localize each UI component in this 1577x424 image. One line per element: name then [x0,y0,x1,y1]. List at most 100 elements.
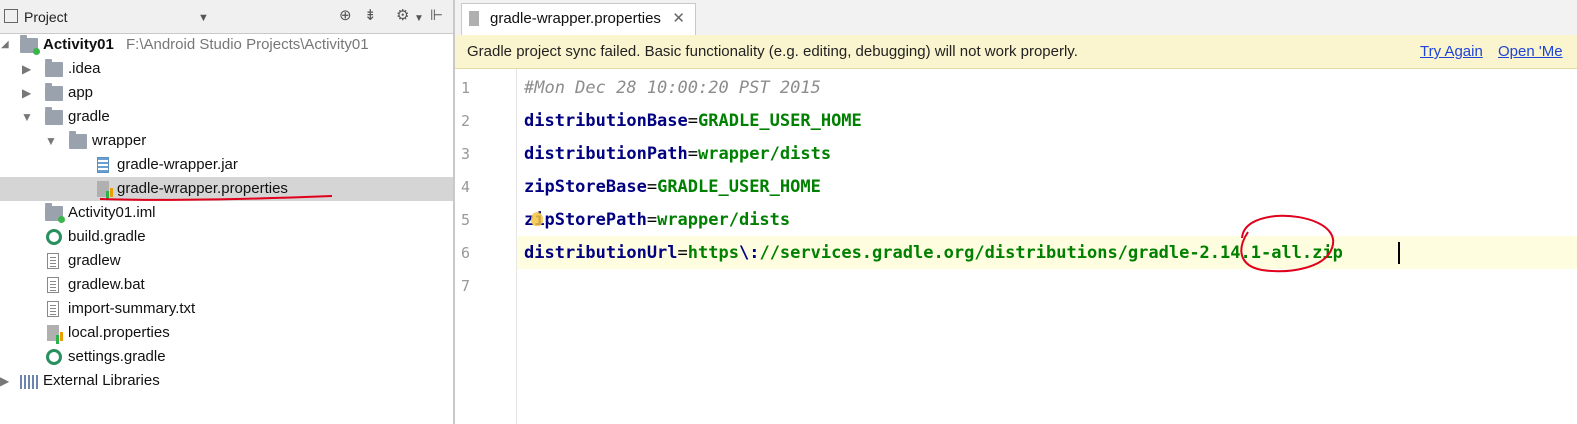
project-panel-title: Project [24,9,68,25]
tree-item-label: build.gradle [68,228,146,245]
text-file-icon [47,277,59,293]
tree-item-label: wrapper [92,132,147,149]
code-comment: #Mon Dec 28 10:00:20 PST 2015 [524,78,821,98]
tree-item-label: gradle-wrapper.properties [117,180,288,197]
tree-item-activity01-iml[interactable]: Activity01.iml [0,201,453,225]
project-panel: Project ▼ ⊕ ⇟ ⚙ ▼ ⊩ ◢ Activity01 F:\Andr… [0,0,453,424]
tree-item-gradlew[interactable]: gradlew [0,249,453,273]
collapsed-arrow-icon[interactable]: ▶ [0,369,9,393]
folder-icon [45,107,63,125]
line-number: 1 [461,79,471,97]
gear-dropdown-chevron-icon[interactable]: ▼ [414,11,424,27]
project-view-icon [4,9,18,23]
expanded-arrow-icon[interactable]: ▼ [45,129,57,153]
property-key: distributionPath [524,144,688,164]
tree-item-label: gradlew [68,252,121,269]
tree-item-gradle-wrapper-jar[interactable]: gradle-wrapper.jar [0,153,453,177]
tree-item-idea[interactable]: ▶ .idea [0,57,453,81]
jar-file-icon [97,157,109,173]
collapsed-arrow-icon[interactable]: ▶ [22,81,31,105]
gear-icon[interactable]: ⚙ [396,8,409,24]
line-number: 3 [461,145,471,163]
view-dropdown-chevron-icon[interactable]: ▼ [198,10,209,26]
line-number: 7 [461,277,471,295]
properties-file-icon [47,325,63,341]
code-line[interactable]: distributionUrl=https\://services.gradle… [524,237,1343,270]
folder-icon [69,131,87,149]
property-key: distributionBase [524,111,688,131]
text-cursor [1398,242,1400,264]
tree-item-label: gradle-wrapper.jar [117,156,238,173]
folder-icon [45,83,63,101]
equals-sign: = [687,144,699,164]
property-value: https [687,243,739,263]
line-number: 4 [461,178,471,196]
collapse-all-icon[interactable]: ⇟ [364,8,377,24]
iml-file-icon [45,203,65,223]
tree-item-label: Activity01 [43,36,114,53]
tab-label: gradle-wrapper.properties [490,10,661,27]
libraries-icon [20,375,38,389]
tree-item-label: import-summary.txt [68,300,196,317]
open-messages-link[interactable]: Open 'Me [1498,35,1563,68]
text-file-icon [47,301,59,317]
code-line[interactable]: zipStoreBase=GRADLE_USER_HOME [524,171,821,204]
expanded-arrow-icon[interactable]: ▼ [21,105,33,129]
code-line[interactable]: zipStorePath=wrapper/dists [524,204,790,237]
tree-item-build-gradle[interactable]: build.gradle [0,225,453,249]
properties-file-icon [469,11,479,26]
line-number: 5 [461,211,471,229]
code-line[interactable]: #Mon Dec 28 10:00:20 PST 2015 [524,72,821,105]
equals-sign: = [646,177,658,197]
tree-item-label: .idea [68,60,101,77]
tree-item-local-properties[interactable]: local.properties [0,321,453,345]
escape-sequence: \: [738,243,760,263]
tree-item-gradle[interactable]: ▼ gradle [0,105,453,129]
collapsed-arrow-icon[interactable]: ▶ [22,57,31,81]
property-value: wrapper/dists [657,210,791,230]
project-path: F:\Android Studio Projects\Activity01 [126,36,369,53]
scroll-from-source-icon[interactable]: ⊕ [339,8,352,24]
tree-item-label: settings.gradle [68,348,166,365]
equals-sign: = [687,111,699,131]
tree-item-wrapper[interactable]: ▼ wrapper [0,129,453,153]
line-number: 6 [461,244,471,262]
equals-sign: = [646,210,658,230]
editor-tab-bar: gradle-wrapper.properties ✕ [455,0,1577,36]
tree-item-label: app [68,84,94,101]
try-again-link[interactable]: Try Again [1420,35,1483,68]
tab-gradle-wrapper-properties[interactable]: gradle-wrapper.properties ✕ [461,3,696,35]
tree-item-gradle-wrapper-properties[interactable]: gradle-wrapper.properties [0,177,453,201]
tree-item-import-summary[interactable]: import-summary.txt [0,297,453,321]
code-line[interactable]: distributionBase=GRADLE_USER_HOME [524,105,862,138]
properties-file-icon [97,181,113,197]
property-value: wrapper/dists [698,144,832,164]
property-value: //services.gradle.org/distributions/grad… [759,243,1343,263]
project-panel-header: Project ▼ ⊕ ⇟ ⚙ ▼ ⊩ [0,0,453,34]
tree-item-label: Activity01.iml [68,204,156,221]
folder-icon [45,59,63,77]
tree-item-gradlew-bat[interactable]: gradlew.bat [0,273,453,297]
sync-failed-banner: Gradle project sync failed. Basic functi… [455,35,1577,69]
close-icon[interactable]: ✕ [672,4,685,34]
property-key: distributionUrl [524,243,678,263]
hide-panel-icon[interactable]: ⊩ [430,8,443,24]
line-number: 2 [461,112,471,130]
property-value: GRADLE_USER_HOME [698,111,862,131]
banner-message: Gradle project sync failed. Basic functi… [467,43,1078,60]
code-line[interactable]: distributionPath=wrapper/dists [524,138,831,171]
tree-item-external-libraries[interactable]: ▶ External Libraries [0,369,453,393]
property-value: GRADLE_USER_HOME [657,177,821,197]
gradle-file-icon [46,229,62,245]
expand-arrow-icon[interactable]: ◢ [1,33,9,57]
tree-item-app[interactable]: ▶ app [0,81,453,105]
tree-item-label: gradlew.bat [68,276,145,293]
module-folder-icon [20,35,40,55]
equals-sign: = [677,243,688,263]
text-file-icon [47,253,59,269]
tree-item-settings-gradle[interactable]: settings.gradle [0,345,453,369]
tree-item-label: gradle [68,108,110,125]
tree-item-activity01[interactable]: ◢ Activity01 F:\Android Studio Projects\… [0,33,453,57]
gradle-file-icon [46,349,62,365]
intention-bulb-icon[interactable] [531,212,543,226]
